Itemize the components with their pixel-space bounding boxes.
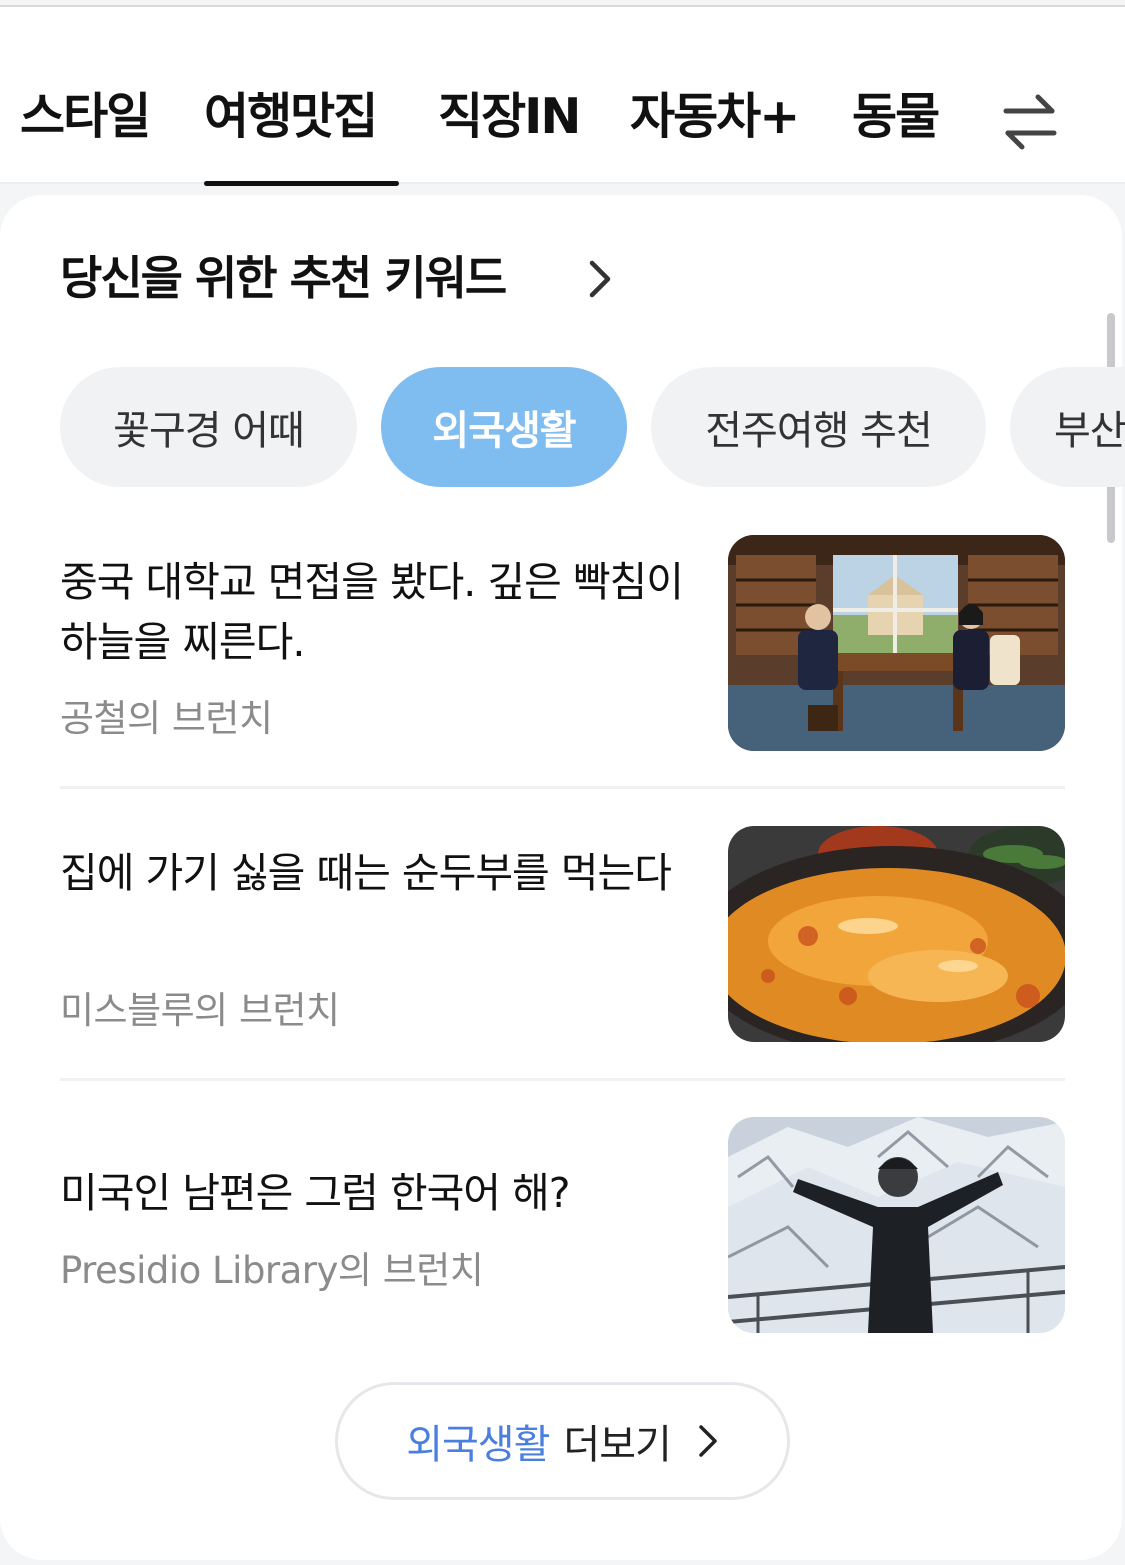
article-title[interactable]: 집에 가기 싫을 때는 순두부를 먹는다	[60, 843, 700, 903]
article-author[interactable]: 공철의 브런치	[60, 688, 273, 742]
article-title[interactable]: 미국인 남편은 그럼 한국어 해?	[60, 1163, 700, 1223]
article-author[interactable]: Presidio Library의 브런치	[60, 1240, 484, 1294]
article-thumbnail[interactable]	[728, 1117, 1065, 1333]
keyword-chip-jeonju[interactable]: 전주여행 추천	[651, 367, 986, 487]
keyword-chip-abroad-life[interactable]: 외국생활	[381, 367, 627, 487]
tab-travel-food[interactable]: 여행맛집	[204, 87, 378, 147]
interview-office-illustration	[728, 535, 1065, 751]
chevron-right-icon	[699, 1425, 717, 1457]
tab-animal[interactable]: 동물	[852, 87, 940, 147]
section-title[interactable]: 당신을 위한 추천 키워드	[60, 250, 507, 306]
article-thumbnail[interactable]	[728, 826, 1065, 1042]
swap-arrows-icon[interactable]	[1000, 91, 1060, 153]
article-thumbnail[interactable]	[728, 535, 1065, 751]
tab-style[interactable]: 스타일	[20, 87, 151, 147]
keyword-chip-busan[interactable]: 부산	[1010, 367, 1125, 487]
article-title[interactable]: 중국 대학교 면접을 봤다. 깊은 빡침이 하늘을 찌른다.	[60, 552, 700, 672]
category-tab-bar: 스타일 여행맛집 직장IN 자동차+ 동물	[0, 7, 1125, 186]
tab-workplace[interactable]: 직장IN	[438, 87, 581, 147]
more-button[interactable]: 외국생활 더보기	[335, 1382, 790, 1500]
article-author[interactable]: 미스블루의 브런치	[60, 980, 340, 1034]
tab-car[interactable]: 자동차+	[630, 87, 800, 147]
active-tab-indicator	[204, 181, 399, 186]
snowy-mountain-man-photo	[728, 1117, 1065, 1333]
divider	[60, 786, 1065, 789]
chevron-right-icon[interactable]	[584, 257, 614, 301]
keyword-chip-flower[interactable]: 꽃구경 어때	[60, 367, 357, 487]
sundubu-stew-photo	[728, 826, 1065, 1042]
divider	[60, 1078, 1065, 1081]
more-keyword: 외국생활	[406, 1422, 550, 1468]
more-label: 더보기	[563, 1422, 671, 1468]
